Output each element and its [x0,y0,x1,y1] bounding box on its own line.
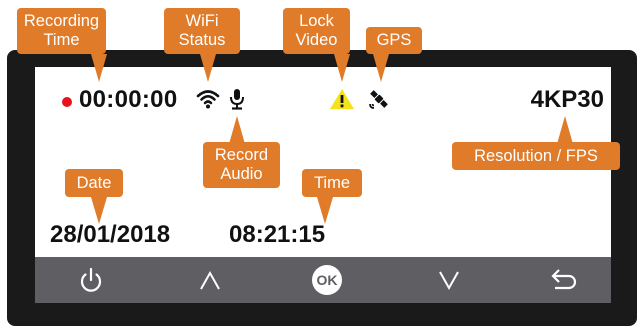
callout-pointer [373,54,389,82]
callout-date: Date [65,169,123,197]
recording-dot-icon [62,97,72,107]
resolution-fps: 4KP30 [530,86,604,113]
callout-pointer [91,54,107,82]
power-icon [80,267,102,292]
wifi-icon [196,90,220,109]
lock-video-warning-icon [330,89,354,109]
callout-resolution-fps: Resolution / FPS [452,142,620,170]
callout-pointer [229,116,245,144]
callout-pointer [557,116,573,144]
recording-time: 00:00:00 [79,86,178,113]
callout-pointer [91,197,107,224]
back-icon [551,269,577,290]
power-button[interactable] [74,264,108,296]
callout-time: Time [302,169,362,197]
callout-gps: GPS [366,27,422,54]
callout-lock-video: Lock Video [283,8,350,54]
callout-pointer [317,197,333,224]
down-button[interactable] [432,264,466,296]
up-icon [200,270,220,290]
callout-recording-time: Recording Time [17,8,106,54]
callout-record-audio: Record Audio [203,142,280,188]
down-icon [439,271,459,291]
callout-pointer [200,54,216,82]
microphone-icon [230,89,244,110]
back-button[interactable] [547,264,581,296]
callout-pointer [334,54,350,82]
ok-button[interactable]: OK [312,265,342,295]
date-display: 28/01/2018 [50,221,171,248]
callout-wifi-status: WiFi Status [164,8,240,54]
up-button[interactable] [193,264,227,296]
time-display: 08:21:15 [229,221,326,248]
gps-satellite-icon [369,90,388,109]
